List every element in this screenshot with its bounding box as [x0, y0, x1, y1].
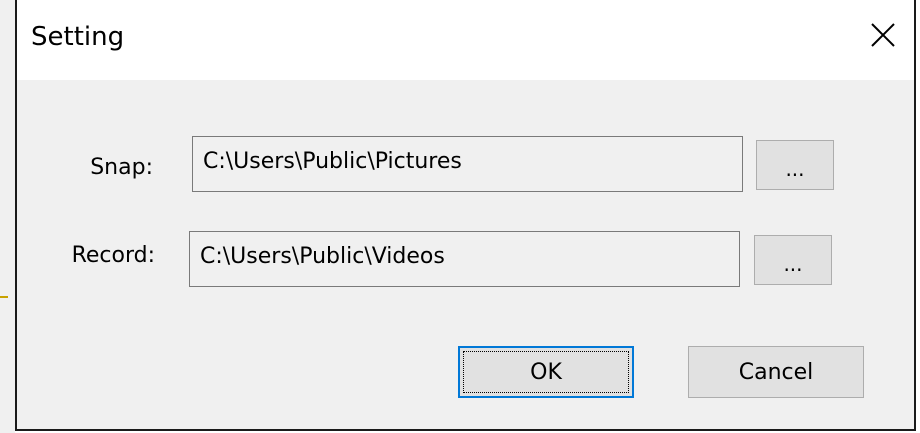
record-path-input[interactable] — [189, 231, 740, 287]
ok-button[interactable]: OK — [458, 346, 634, 398]
snap-label: Snap: — [90, 155, 153, 180]
close-button[interactable] — [862, 14, 904, 56]
cancel-button[interactable]: Cancel — [688, 346, 864, 398]
record-label: Record: — [71, 243, 155, 268]
title-bar[interactable]: Setting — [17, 0, 914, 80]
background-window-edge — [0, 0, 15, 433]
setting-dialog: Setting Snap: ... Record: ... OK Cancel — [15, 0, 916, 431]
record-browse-button[interactable]: ... — [754, 235, 832, 285]
close-icon — [871, 23, 895, 47]
background-marker — [0, 296, 8, 298]
dialog-title: Setting — [31, 22, 125, 52]
snap-path-input[interactable] — [192, 136, 743, 192]
cancel-button-label: Cancel — [738, 359, 814, 385]
ok-button-label: OK — [530, 359, 562, 385]
snap-browse-button[interactable]: ... — [756, 140, 834, 190]
